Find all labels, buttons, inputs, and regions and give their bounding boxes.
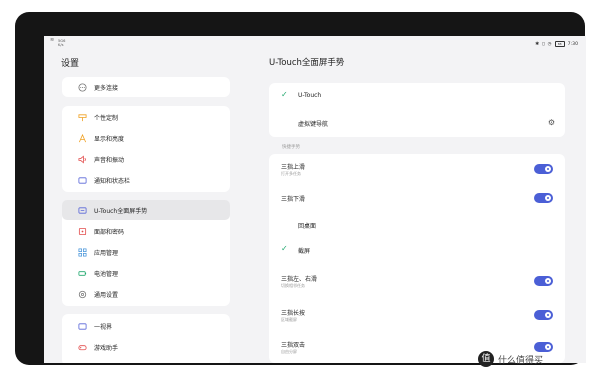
gesture-three-finger-hold: 三指长按 区域截屏 — [269, 298, 565, 330]
clock: 7:30 — [567, 41, 578, 47]
display-icon — [78, 133, 87, 142]
sidebar-item-utouch[interactable]: U-Touch全面屏手势 — [62, 200, 230, 220]
gesture-title: 三指双击 — [281, 342, 306, 349]
wifi-icon: ≋ — [50, 37, 55, 43]
option-home[interactable]: 回桌面 — [269, 212, 565, 238]
apps-icon — [78, 248, 87, 256]
sidebar-item-label: 电池管理 — [94, 270, 119, 278]
nav-group-display: 个性定制 显示和亮度 声音和振动 通知和状态栏 — [62, 106, 230, 192]
gesture-card: 三指上滑 打开多任务 三指下滑 回桌面 ✓ 截屏 三指左、右滑 切换相邻任务 三… — [269, 154, 565, 363]
screen: ≋ 5G6 K/s ✱ ▯ ◷ 88 7:30 设置 U-Touch全面屏手势 … — [44, 36, 586, 363]
toggle-switch[interactable] — [534, 164, 553, 174]
option-label: 虚拟键导航 — [298, 121, 329, 128]
gesture-icon — [78, 206, 87, 214]
section-label: 快捷手势 — [282, 145, 300, 150]
option-screenshot[interactable]: ✓ 截屏 — [269, 238, 565, 264]
notification-icon — [78, 176, 87, 184]
net-speed: 5G6 K/s — [58, 39, 65, 47]
gesture-subtitle: 区域截屏 — [281, 317, 297, 322]
nav-group-extras: 一视界 游戏助手 — [62, 314, 230, 363]
more-connections-icon — [78, 82, 87, 92]
gear-icon[interactable]: ⚙ — [548, 118, 555, 127]
tablet-frame: ≋ 5G6 K/s ✱ ▯ ◷ 88 7:30 设置 U-Touch全面屏手势 … — [15, 12, 586, 365]
option-virtual-nav[interactable]: 虚拟键导航 ⚙ — [269, 110, 565, 137]
sidebar-item-sound[interactable]: 声音和振动 — [62, 149, 230, 169]
personalize-icon — [78, 113, 87, 121]
status-right: ✱ ▯ ◷ 88 7:30 — [535, 41, 578, 47]
gesture-title: 三指左、右滑 — [281, 276, 318, 283]
toggle-switch[interactable] — [534, 193, 553, 203]
gesture-three-finger-down: 三指下滑 — [269, 184, 565, 212]
sidebar-item-label: 显示和亮度 — [94, 135, 125, 143]
option-label: 回桌面 — [298, 223, 317, 230]
sound-icon — [78, 154, 86, 164]
sidebar-item-personalize[interactable]: 个性定制 — [62, 107, 230, 127]
sidebar-item-more-connections[interactable]: 更多连接 — [62, 77, 230, 97]
toggle-switch[interactable] — [534, 276, 553, 286]
sidebar-item-label: 个性定制 — [94, 114, 119, 122]
toggle-switch[interactable] — [534, 310, 553, 320]
check-icon: ✓ — [281, 90, 288, 99]
gesture-three-finger-up: 三指上滑 打开多任务 — [269, 154, 565, 184]
sidebar-item-face-password[interactable]: 面部和密码 — [62, 221, 230, 241]
sidebar-item-apps[interactable]: 应用管理 — [62, 242, 230, 262]
sidebar-item-vision[interactable]: 一视界 — [62, 316, 230, 336]
sidebar-item-game[interactable]: 游戏助手 — [62, 337, 230, 357]
option-label: 截屏 — [298, 248, 311, 255]
nav-mode-card: ✓ U-Touch 虚拟键导航 ⚙ — [269, 83, 565, 137]
watermark-logo: 值 — [478, 351, 494, 367]
sidebar-item-display[interactable]: 显示和亮度 — [62, 128, 230, 148]
sidebar-item-label: 通知和状态栏 — [94, 177, 131, 185]
detail-title: U-Touch全面屏手势 — [269, 58, 345, 68]
sidebar-item-battery[interactable]: 电池管理 — [62, 263, 230, 283]
general-settings-icon — [78, 290, 87, 298]
sidebar-item-label: 一视界 — [94, 323, 113, 331]
option-utouch[interactable]: ✓ U-Touch — [269, 83, 565, 110]
sidebar-item-label: 游戏助手 — [94, 344, 119, 352]
gesture-title: 三指下滑 — [281, 196, 306, 203]
gesture-subtitle: 自由分屏 — [281, 349, 297, 354]
sidebar-item-label: U-Touch全面屏手势 — [94, 207, 148, 215]
battery-icon: 88 — [554, 41, 565, 47]
gesture-subtitle: 打开多任务 — [281, 171, 301, 176]
sidebar-item-label: 面部和密码 — [94, 228, 125, 236]
alarm-icon: ◷ — [547, 41, 552, 47]
gesture-subtitle: 切换相邻任务 — [281, 283, 305, 288]
gesture-title: 三指上滑 — [281, 164, 306, 171]
sidebar-item-label: 通用设置 — [94, 291, 119, 299]
sidebar-item-label: 应用管理 — [94, 249, 119, 257]
sidebar-item-notifications[interactable]: 通知和状态栏 — [62, 170, 230, 190]
sidebar-item-general[interactable]: 通用设置 — [62, 284, 230, 304]
net-speed-unit: K/s — [58, 42, 64, 47]
nav-group-connections: 更多连接 — [62, 77, 230, 97]
gesture-three-finger-swipe: 三指左、右滑 切换相邻任务 — [269, 264, 565, 298]
battery-icon — [78, 270, 87, 276]
status-bar: ≋ 5G6 K/s ✱ ▯ ◷ 88 7:30 — [44, 36, 586, 52]
vibrate-icon: ▯ — [542, 41, 545, 47]
option-label: U-Touch — [298, 92, 322, 99]
vision-icon — [78, 322, 87, 330]
face-lock-icon — [78, 227, 87, 235]
sidebar-item-label: 更多连接 — [94, 84, 119, 92]
watermark-text: 什么值得买 — [498, 355, 544, 366]
gesture-title: 三指长按 — [281, 310, 306, 317]
game-icon — [78, 344, 87, 350]
watermark: 值 什么值得买 — [478, 350, 598, 368]
sidebar-item-label: 声音和振动 — [94, 156, 125, 164]
check-icon: ✓ — [281, 244, 288, 253]
page-title: 设置 — [61, 59, 80, 69]
nav-group-system: U-Touch全面屏手势 面部和密码 应用管理 电池管理 通用设置 — [62, 200, 230, 306]
bluetooth-icon: ✱ — [535, 41, 540, 47]
